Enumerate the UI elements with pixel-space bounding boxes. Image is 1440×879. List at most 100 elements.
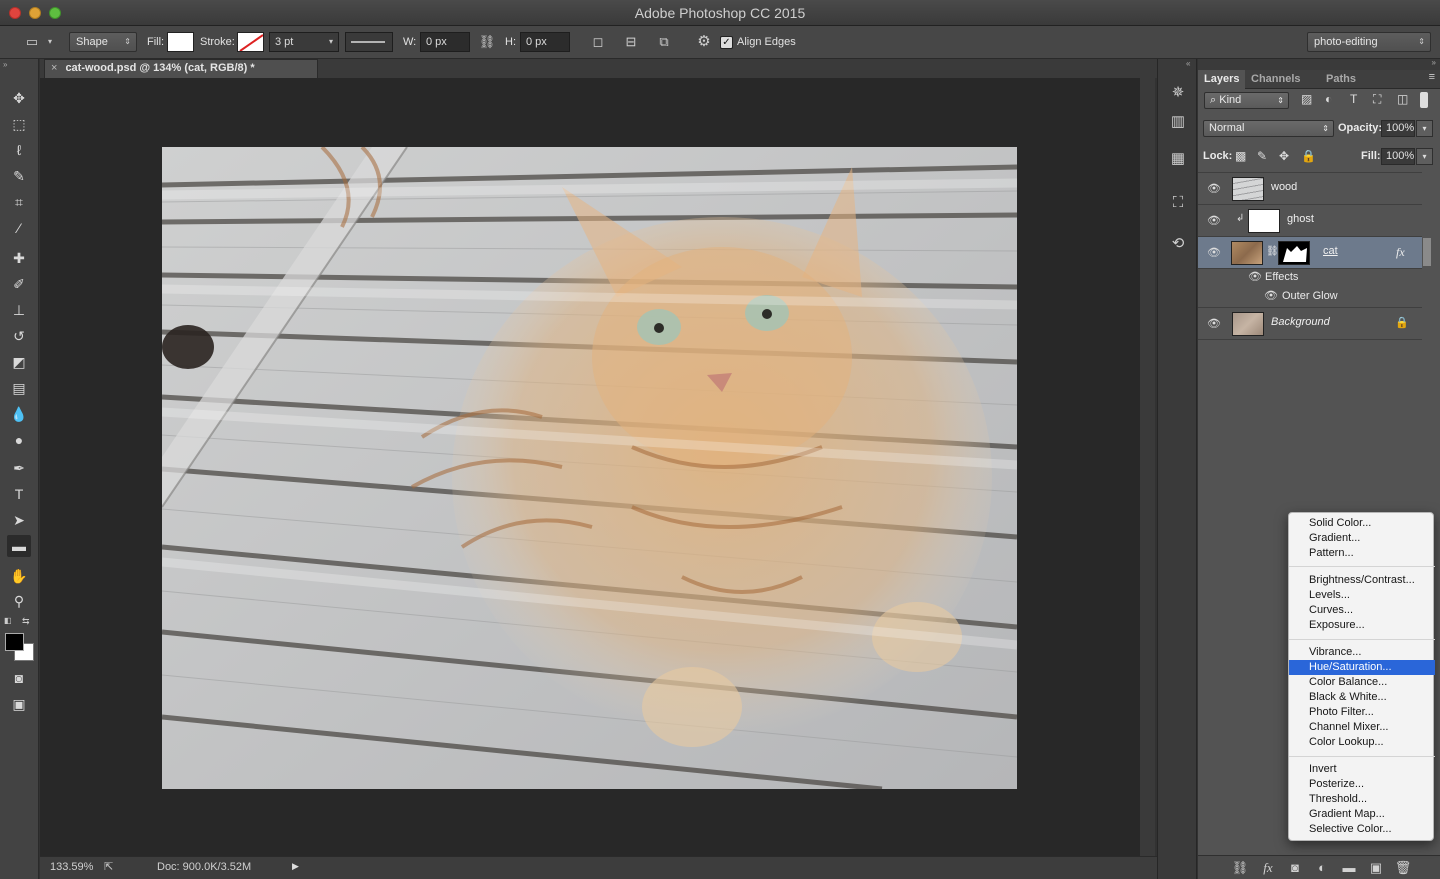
eye-icon[interactable]: 👁 bbox=[1264, 287, 1278, 306]
eraser-tool-icon[interactable]: ◩ bbox=[7, 351, 31, 373]
quick-selection-tool-icon[interactable]: ✎ bbox=[7, 165, 31, 187]
screen-mode-icon[interactable]: ▣ bbox=[7, 693, 31, 715]
close-icon[interactable]: × bbox=[51, 62, 57, 74]
delete-layer-icon[interactable]: 🗑 bbox=[1394, 859, 1412, 877]
add-mask-icon[interactable]: ◙ bbox=[1286, 859, 1304, 877]
shape-filter-icon[interactable]: ⛶ bbox=[1373, 92, 1381, 107]
zoom-level[interactable]: 133.59% bbox=[50, 861, 93, 873]
eyedropper-tool-icon[interactable]: ⁄ bbox=[7, 217, 31, 239]
menu-item-hue-saturation[interactable]: Hue/Saturation... bbox=[1289, 660, 1435, 675]
default-colors-icon[interactable]: ◧ bbox=[4, 616, 12, 625]
eye-icon[interactable]: 👁 bbox=[1207, 246, 1221, 260]
type-filter-icon[interactable]: T bbox=[1350, 92, 1357, 106]
properties-icon[interactable]: ▦ bbox=[1167, 148, 1189, 170]
lock-position-icon[interactable]: ✥ bbox=[1279, 149, 1289, 163]
crop-tool-icon[interactable]: ⌗ bbox=[7, 191, 31, 213]
pixel-filter-icon[interactable]: ▨ bbox=[1301, 92, 1312, 106]
adjustment-filter-icon[interactable]: ◐ bbox=[1325, 92, 1332, 106]
histogram-icon[interactable]: ▥ bbox=[1167, 111, 1189, 133]
history-icon[interactable]: ⟲ bbox=[1167, 233, 1189, 255]
menu-item-gradient[interactable]: Gradient... bbox=[1289, 531, 1435, 546]
fx-badge[interactable]: fx bbox=[1396, 245, 1405, 260]
opacity-slider-button[interactable]: ▾ bbox=[1416, 120, 1433, 137]
add-layer-style-icon[interactable]: fx bbox=[1259, 859, 1277, 877]
menu-item-black-white[interactable]: Black & White... bbox=[1289, 690, 1435, 705]
lock-all-icon[interactable]: 🔒 bbox=[1301, 149, 1316, 163]
tab-channels[interactable]: Channels bbox=[1245, 70, 1307, 89]
panel-menu-icon[interactable]: ≡ bbox=[1429, 71, 1435, 83]
layer-mask-thumbnail[interactable] bbox=[1278, 241, 1310, 265]
hand-tool-icon[interactable]: ✋ bbox=[7, 565, 31, 587]
tab-paths[interactable]: Paths bbox=[1320, 70, 1362, 89]
status-menu-arrow-icon[interactable]: ▶ bbox=[292, 861, 299, 872]
new-layer-icon[interactable]: ▣ bbox=[1367, 859, 1385, 877]
document-tab[interactable]: × cat-wood.psd @ 134% (cat, RGB/8) * bbox=[44, 59, 318, 78]
width-input[interactable]: 0 px bbox=[420, 32, 470, 52]
menu-item-invert[interactable]: Invert bbox=[1289, 762, 1435, 777]
expand-arrows-icon[interactable]: » bbox=[1432, 58, 1436, 67]
link-icon[interactable]: ⛓ bbox=[478, 32, 496, 52]
eye-icon[interactable]: 👁 bbox=[1248, 268, 1262, 287]
adjustments-icon[interactable]: ⛶ bbox=[1167, 192, 1189, 214]
shape-mode-dropdown[interactable]: Shape ⇕ bbox=[69, 32, 137, 52]
type-tool-icon[interactable]: T bbox=[7, 483, 31, 505]
menu-item-pattern[interactable]: Pattern... bbox=[1289, 546, 1435, 561]
opacity-input[interactable]: 100% bbox=[1381, 120, 1415, 137]
history-brush-tool-icon[interactable]: ↺ bbox=[7, 325, 31, 347]
height-input[interactable]: 0 px bbox=[520, 32, 570, 52]
move-tool-icon[interactable]: ✥ bbox=[7, 87, 31, 109]
eye-icon[interactable]: 👁 bbox=[1207, 182, 1221, 196]
menu-item-curves[interactable]: Curves... bbox=[1289, 603, 1435, 618]
filter-toggle[interactable] bbox=[1420, 92, 1428, 108]
export-icon[interactable]: ⇱ bbox=[104, 860, 113, 873]
swap-colors-icon[interactable]: ⇆ bbox=[22, 616, 30, 627]
navigator-icon[interactable]: ✵ bbox=[1167, 82, 1189, 104]
path-arrangement-icon[interactable]: ⧉ bbox=[653, 32, 675, 52]
lock-pixels-icon[interactable]: ✎ bbox=[1257, 149, 1267, 163]
align-edges-checkbox[interactable]: ✓ bbox=[720, 32, 734, 52]
menu-item-color-lookup[interactable]: Color Lookup... bbox=[1289, 735, 1435, 750]
smart-object-filter-icon[interactable]: ◫ bbox=[1397, 92, 1408, 106]
clone-stamp-tool-icon[interactable]: ⊥ bbox=[7, 299, 31, 321]
layer-row-ghost[interactable]: 👁 ↲ ghost bbox=[1198, 205, 1422, 237]
foreground-color-swatch[interactable] bbox=[5, 633, 24, 651]
document-canvas[interactable] bbox=[162, 147, 1017, 789]
collapse-arrows-icon[interactable]: « bbox=[1186, 59, 1190, 68]
menu-item-solid-color[interactable]: Solid Color... bbox=[1289, 516, 1435, 531]
path-alignment-icon[interactable]: ⊟ bbox=[620, 32, 642, 52]
menu-item-threshold[interactable]: Threshold... bbox=[1289, 792, 1435, 807]
menu-item-brightness-contrast[interactable]: Brightness/Contrast... bbox=[1289, 573, 1435, 588]
workspace-dropdown[interactable]: photo-editing ⇕ bbox=[1307, 32, 1431, 52]
healing-brush-tool-icon[interactable]: ✚ bbox=[7, 247, 31, 269]
link-layers-icon[interactable]: ⛓ bbox=[1231, 859, 1249, 877]
menu-item-gradient-map[interactable]: Gradient Map... bbox=[1289, 807, 1435, 822]
eye-icon[interactable]: 👁 bbox=[1207, 214, 1221, 228]
effects-row[interactable]: 👁 Effects bbox=[1198, 268, 1422, 287]
blur-tool-icon[interactable]: 💧 bbox=[7, 403, 31, 425]
quick-mask-icon[interactable]: ◙ bbox=[7, 667, 31, 689]
brush-tool-icon[interactable]: ✐ bbox=[7, 273, 31, 295]
layer-row-cat[interactable]: 👁 ⛓ cat fx bbox=[1198, 237, 1422, 269]
layer-row-wood[interactable]: 👁 wood bbox=[1198, 173, 1422, 205]
lock-transparent-icon[interactable]: ▩ bbox=[1235, 149, 1246, 163]
menu-item-channel-mixer[interactable]: Channel Mixer... bbox=[1289, 720, 1435, 735]
rectangle-tool-icon[interactable]: ▬ bbox=[7, 535, 31, 557]
tab-layers[interactable]: Layers bbox=[1198, 70, 1246, 89]
dodge-tool-icon[interactable]: ● bbox=[7, 429, 31, 451]
collapse-arrows-icon[interactable]: » bbox=[3, 60, 7, 69]
menu-item-exposure[interactable]: Exposure... bbox=[1289, 618, 1435, 633]
fill-swatch[interactable] bbox=[167, 32, 194, 52]
menu-item-selective-color[interactable]: Selective Color... bbox=[1289, 822, 1435, 837]
menu-item-vibrance[interactable]: Vibrance... bbox=[1289, 645, 1435, 660]
path-operations-icon[interactable]: ◻ bbox=[587, 32, 609, 52]
menu-item-photo-filter[interactable]: Photo Filter... bbox=[1289, 705, 1435, 720]
gradient-tool-icon[interactable]: ▤ bbox=[7, 377, 31, 399]
stroke-type-dropdown[interactable] bbox=[345, 32, 393, 52]
fill-slider-button[interactable]: ▾ bbox=[1416, 148, 1433, 165]
pen-tool-icon[interactable]: ✒ bbox=[7, 457, 31, 479]
blend-mode-dropdown[interactable]: Normal ⇕ bbox=[1203, 120, 1334, 137]
eye-icon[interactable]: 👁 bbox=[1207, 317, 1221, 331]
zoom-tool-icon[interactable]: ⚲ bbox=[7, 590, 31, 612]
stroke-swatch[interactable] bbox=[237, 32, 264, 52]
path-selection-tool-icon[interactable]: ➤ bbox=[7, 509, 31, 531]
